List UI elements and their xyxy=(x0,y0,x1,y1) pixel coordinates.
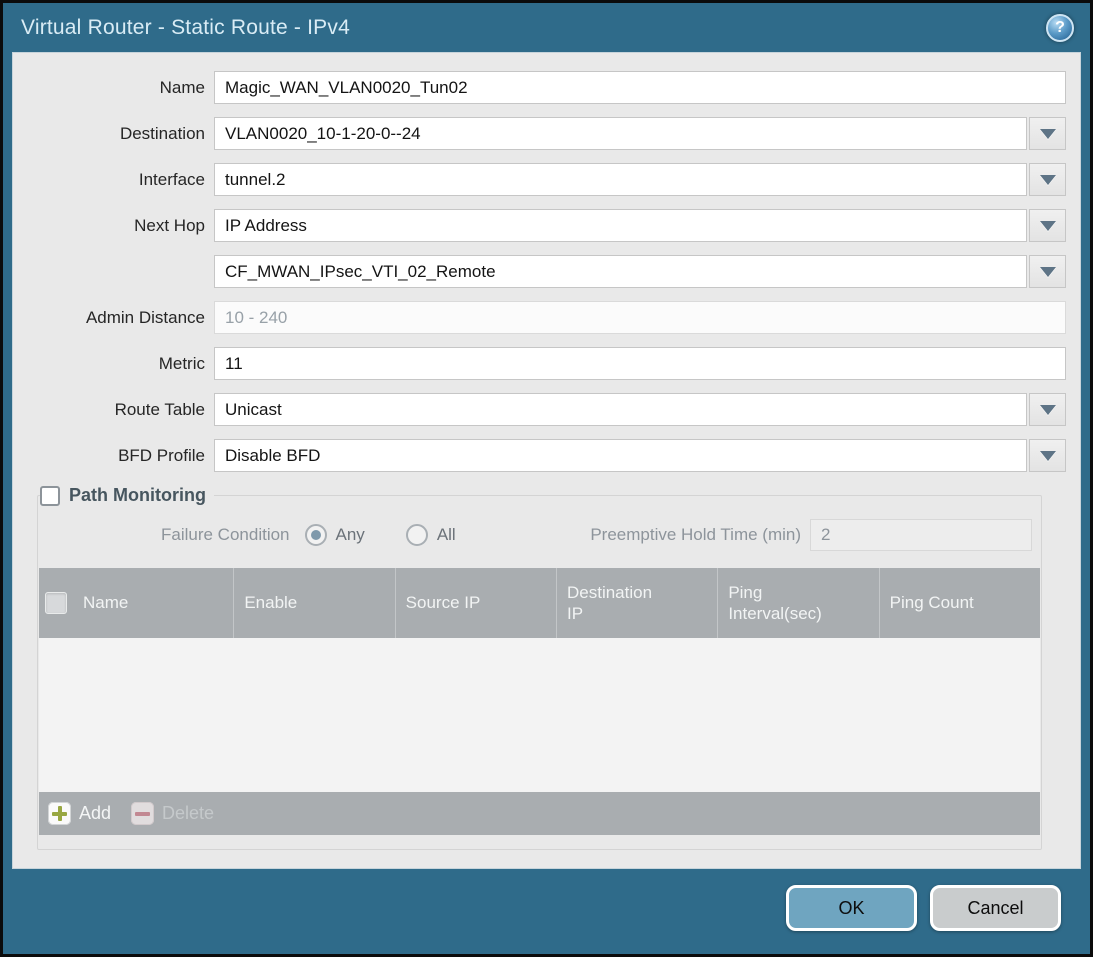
chevron-down-icon xyxy=(1040,129,1056,139)
form-row-name: Name xyxy=(13,71,1066,104)
chevron-down-icon xyxy=(1040,405,1056,415)
table-header-name: Name xyxy=(73,568,233,638)
delete-button-label: Delete xyxy=(162,803,214,824)
plus-icon xyxy=(48,802,71,825)
destination-dropdown-button[interactable] xyxy=(1029,117,1066,150)
next-hop-address-input[interactable] xyxy=(214,255,1027,288)
preemptive-hold-label: Preemptive Hold Time (min) xyxy=(590,525,801,545)
next-hop-type-input[interactable] xyxy=(214,209,1027,242)
chevron-down-icon xyxy=(1040,175,1056,185)
interface-label: Interface xyxy=(13,170,205,190)
form-row-bfd-profile: BFD Profile xyxy=(13,439,1066,472)
form-row-metric: Metric xyxy=(13,347,1066,380)
path-monitoring-legend: Path Monitoring xyxy=(40,485,214,506)
failure-condition-all-label: All xyxy=(437,525,456,545)
form-row-route-table: Route Table xyxy=(13,393,1066,426)
add-button-label: Add xyxy=(79,803,111,824)
table-header-source-ip: Source IP xyxy=(395,568,556,638)
next-hop-label: Next Hop xyxy=(13,216,205,236)
interface-dropdown-button[interactable] xyxy=(1029,163,1066,196)
metric-field xyxy=(214,347,1066,380)
failure-condition-row: Failure Condition Any All Preemptive Hol… xyxy=(39,518,1032,552)
bfd-profile-dropdown-button[interactable] xyxy=(1029,439,1066,472)
failure-condition-label: Failure Condition xyxy=(161,525,290,545)
preemptive-hold-input[interactable] xyxy=(810,519,1032,551)
delete-button[interactable]: Delete xyxy=(131,802,214,825)
add-button[interactable]: Add xyxy=(48,802,111,825)
route-table-label: Route Table xyxy=(13,400,205,420)
dialog-titlebar: Virtual Router - Static Route - IPv4 ? xyxy=(3,3,1090,52)
bfd-profile-label: BFD Profile xyxy=(13,446,205,466)
table-header-destination-ip: Destination IP xyxy=(556,568,717,638)
next-hop-address-field xyxy=(214,255,1066,288)
bfd-profile-field xyxy=(214,439,1066,472)
admin-distance-label: Admin Distance xyxy=(13,308,205,328)
metric-input[interactable] xyxy=(214,347,1066,380)
dialog-actions: OK Cancel xyxy=(786,885,1061,931)
interface-field xyxy=(214,163,1066,196)
table-header-row: Name Enable Source IP Destination IP Pin… xyxy=(39,568,1040,638)
next-hop-type-field xyxy=(214,209,1066,242)
help-icon[interactable]: ? xyxy=(1046,14,1074,42)
path-monitoring-table: Name Enable Source IP Destination IP Pin… xyxy=(39,568,1040,835)
interface-input[interactable] xyxy=(214,163,1027,196)
path-monitoring-checkbox[interactable] xyxy=(40,486,60,506)
form-row-interface: Interface xyxy=(13,163,1066,196)
metric-label: Metric xyxy=(13,354,205,374)
bfd-profile-input[interactable] xyxy=(214,439,1027,472)
admin-distance-input[interactable] xyxy=(214,301,1066,334)
form-row-destination: Destination xyxy=(13,117,1066,150)
table-header-enable: Enable xyxy=(233,568,394,638)
name-field xyxy=(214,71,1066,104)
destination-input[interactable] xyxy=(214,117,1027,150)
cancel-button[interactable]: Cancel xyxy=(930,885,1061,931)
path-monitoring-title: Path Monitoring xyxy=(69,485,206,506)
admin-distance-field xyxy=(214,301,1066,334)
table-toolbar: Add Delete xyxy=(39,792,1040,835)
name-input[interactable] xyxy=(214,71,1066,104)
static-route-dialog: Virtual Router - Static Route - IPv4 ? N… xyxy=(0,0,1093,957)
table-header-ping-interval: Ping Interval(sec) xyxy=(717,568,878,638)
form-row-admin-distance: Admin Distance xyxy=(13,301,1066,334)
route-table-input[interactable] xyxy=(214,393,1027,426)
path-monitoring-section: Path Monitoring Failure Condition Any Al… xyxy=(37,485,1042,850)
dialog-title: Virtual Router - Static Route - IPv4 xyxy=(21,16,350,40)
ok-button[interactable]: OK xyxy=(786,885,917,931)
chevron-down-icon xyxy=(1040,267,1056,277)
destination-field xyxy=(214,117,1066,150)
dialog-body: Name Destination Interface Next Hop xyxy=(12,52,1081,869)
route-table-field xyxy=(214,393,1066,426)
failure-condition-any-radio[interactable] xyxy=(305,524,327,546)
chevron-down-icon xyxy=(1040,221,1056,231)
table-header-ping-count: Ping Count xyxy=(879,568,1040,638)
minus-icon xyxy=(131,802,154,825)
route-table-dropdown-button[interactable] xyxy=(1029,393,1066,426)
destination-label: Destination xyxy=(13,124,205,144)
failure-condition-all-radio[interactable] xyxy=(406,524,428,546)
form-row-next-hop: Next Hop xyxy=(13,209,1066,242)
next-hop-address-dropdown-button[interactable] xyxy=(1029,255,1066,288)
name-label: Name xyxy=(13,78,205,98)
table-header-checkbox-cell xyxy=(39,568,73,638)
failure-condition-any-label: Any xyxy=(336,525,365,545)
next-hop-type-dropdown-button[interactable] xyxy=(1029,209,1066,242)
chevron-down-icon xyxy=(1040,451,1056,461)
form-row-next-hop-address xyxy=(13,255,1066,288)
table-body-empty xyxy=(39,638,1040,792)
select-all-checkbox[interactable] xyxy=(45,592,67,614)
